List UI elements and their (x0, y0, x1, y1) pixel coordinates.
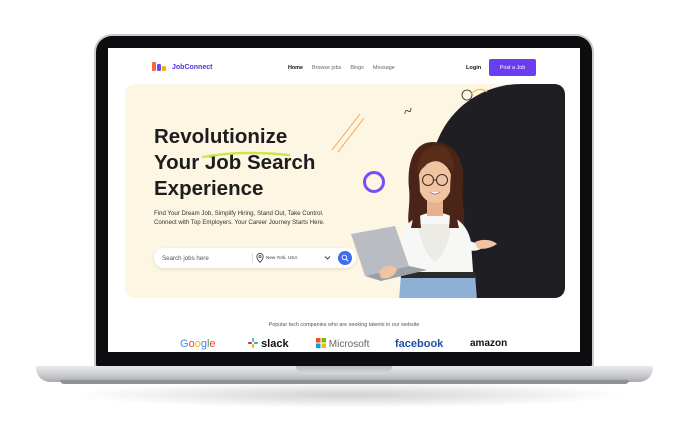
nav-menu: Home Browse jobs Blogs Message (288, 65, 395, 71)
laptop-shadow (70, 382, 630, 408)
microsoft-logo: Microsoft (316, 338, 369, 350)
logo-icon (152, 62, 168, 72)
headline-line-1: Revolutionize (154, 125, 288, 148)
location-pin-icon (256, 253, 264, 263)
search-button[interactable] (338, 251, 352, 265)
nav-item-home[interactable]: Home (288, 65, 303, 71)
brand-name: JobConnect (172, 63, 213, 71)
post-job-button[interactable]: Post a Job (489, 59, 536, 76)
squiggle-decoration (404, 107, 412, 115)
laptop-base-underside (60, 380, 629, 384)
search-divider (252, 253, 253, 263)
brand-logo[interactable]: JobConnect (152, 62, 212, 72)
login-link[interactable]: Login (466, 65, 481, 71)
hero-section: Revolutionize Your Job Search Experience… (125, 84, 565, 298)
laptop-screen: JobConnect Home Browse jobs Blogs Messag… (108, 48, 580, 352)
nav-item-browse-jobs[interactable]: Browse jobs (312, 65, 341, 71)
slack-icon (248, 338, 258, 348)
company-logos-row: Google slack Microsoft facebook amazon (108, 338, 580, 352)
companies-caption: Popular tech companies who are seeking t… (268, 322, 420, 328)
navbar: JobConnect Home Browse jobs Blogs Messag… (108, 48, 580, 88)
slack-wordmark: slack (261, 338, 289, 350)
microsoft-icon (316, 338, 326, 348)
hero-subtext: Find Your Dream Job, Simplify Hiring, St… (154, 210, 325, 226)
laptop-notch (296, 366, 392, 374)
job-search-bar: New York, USA (154, 248, 356, 268)
nav-item-blogs[interactable]: Blogs (350, 65, 364, 71)
hero-headline: Revolutionize Your Job Search Experience (154, 124, 315, 202)
facebook-logo: facebook (395, 338, 444, 350)
search-input[interactable] (162, 251, 248, 265)
search-icon (341, 254, 349, 262)
chevron-down-icon[interactable] (324, 254, 331, 261)
headline-line-3: Experience (154, 177, 264, 200)
headline-underline-decoration (201, 151, 291, 159)
woman-with-laptop-illustration (351, 142, 497, 298)
slack-logo: slack (248, 338, 289, 350)
amazon-logo: amazon (470, 338, 508, 349)
nav-item-message[interactable]: Message (373, 65, 395, 71)
google-logo: Google (180, 338, 216, 350)
outline-ring-decoration (461, 88, 488, 101)
microsoft-wordmark: Microsoft (328, 339, 370, 350)
location-select[interactable]: New York, USA (266, 255, 297, 260)
